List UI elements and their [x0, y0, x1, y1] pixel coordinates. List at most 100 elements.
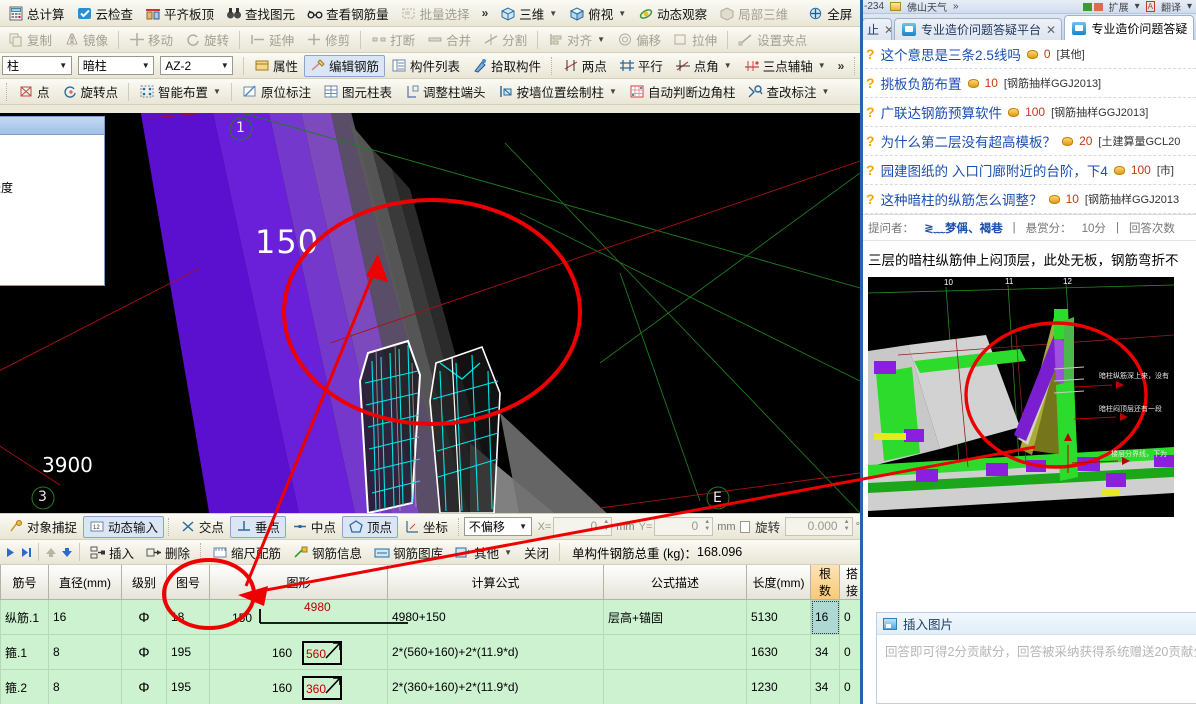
snap-coordinate[interactable]: 坐标 [398, 516, 454, 538]
chevron-down-icon[interactable]: ▼ [549, 9, 557, 18]
rebar-library-button[interactable]: 钢筋图库 [368, 541, 449, 563]
cell-grade[interactable]: Φ [121, 669, 167, 704]
rebar-info-button[interactable]: 钢筋信息 [287, 541, 368, 563]
question-title[interactable]: 挑板负筋布置 [881, 73, 962, 93]
cell-shape[interactable]: 160 360 [209, 669, 388, 704]
chevron-down-icon[interactable]: ▼ [217, 61, 232, 70]
offset-mode-select[interactable]: 不偏移 ▼ [463, 517, 532, 536]
x-input[interactable]: 0 ▲ ▼ [553, 517, 613, 536]
toolbar-fullscreen[interactable]: 全屏 [802, 2, 858, 24]
snap-perpendicular[interactable]: 垂点 [229, 515, 286, 538]
table-row[interactable]: 箍.1 8 Φ 195 160 560 2*(560+160)+2*(11.9*… [0, 634, 860, 670]
col-header-count[interactable]: 根数 [810, 565, 840, 600]
col-header-formula[interactable]: 计算公式 [387, 565, 604, 600]
chevron-down-icon-2[interactable]: ▾ [1187, 1, 1192, 12]
col-header-shape[interactable]: 图形 [209, 565, 388, 600]
toolbar-rotate[interactable]: 旋转 [179, 29, 235, 51]
rebar-delete-button[interactable]: 删除 [140, 541, 196, 563]
chevron-down-icon[interactable]: ▼ [618, 9, 626, 18]
cell-description[interactable] [603, 634, 747, 670]
cell-grade[interactable]: Φ [121, 599, 167, 635]
cell-rebar-no[interactable]: 箍.2 [0, 669, 49, 704]
list-item[interactable]: ? 广联达钢筋预算软件 100 [钢筋抽样GGJ2013] [860, 98, 1196, 127]
toolbar-stretch[interactable]: 拉伸 [667, 29, 723, 51]
cell-formula[interactable]: 2*(360+160)+2*(11.9*d) [387, 669, 604, 704]
table-row[interactable]: 箍.2 8 Φ 195 160 360 2*(360+160)+2*(11.9*… [0, 669, 860, 704]
cell-lap[interactable]: 0 [839, 634, 860, 670]
control-panel[interactable]: 制面板 高 筋下插长度 图元 公式 [0, 116, 105, 286]
spinner-icon[interactable]: ▲ ▼ [844, 519, 850, 533]
col-header-diameter[interactable]: 直径(mm) [48, 565, 122, 600]
cell-diameter[interactable]: 8 [48, 634, 122, 670]
browser-tab-0[interactable]: 止 ✕ [862, 18, 892, 40]
toolbar-draw-column-by-wall[interactable]: 按墙位置绘制柱 ▼ [492, 81, 623, 103]
toolbar-edit-rebar[interactable]: 编辑钢筋 [304, 54, 386, 77]
chrome-more-chevron[interactable]: » [953, 1, 959, 12]
cell-pic-no[interactable]: 195 [166, 669, 210, 704]
cell-shape[interactable]: 160 560 [209, 634, 388, 670]
list-item[interactable]: ? 这种暗柱的纵筋怎么调整？ 10 [钢筋抽样GGJ2013 [860, 185, 1196, 214]
toolbar-component-list[interactable]: 构件列表 [385, 55, 466, 77]
rebar-other-button[interactable]: 其他 ▼ [449, 541, 518, 563]
toolbar-in-place-annotation[interactable]: 原位标注 [236, 81, 317, 103]
cell-pic-no[interactable]: 195 [166, 634, 210, 670]
col-header-length[interactable]: 长度(mm) [746, 565, 811, 600]
col-header-rebar-no[interactable]: 筋号 [0, 565, 49, 600]
rebar-insert-button[interactable]: 插入 [84, 541, 140, 563]
chevron-down-icon[interactable]: ▼ [724, 61, 732, 70]
toolbar-auto-corner-column[interactable]: 自动判断边角柱 [623, 81, 742, 103]
toolbar-top-view[interactable]: 俯视 ▼ [563, 2, 632, 24]
cell-length[interactable]: 1630 [746, 634, 811, 670]
toolbar-parallel[interactable]: 平行 [613, 55, 669, 77]
chrome-weather-label[interactable]: 佛山天气 [907, 0, 947, 13]
snap-object-snap[interactable]: 对象捕捉 [2, 516, 83, 538]
table-row[interactable]: 纵筋.1 16 Φ 18 150 4980 4980+150 层高+锚固 513… [0, 599, 860, 635]
list-item[interactable]: ? 这个意思是三条2.5线吗 0 [其他] [860, 40, 1196, 69]
question-image[interactable]: 10 11 12 暗柱纵筋深上来，没有 暗柱闷顶层还有一段 楼层分界线，下为 [868, 277, 1174, 517]
rotate-input[interactable]: 0.000 ▲ ▼ [785, 517, 853, 536]
cell-lap[interactable]: 0 [839, 599, 860, 635]
toolbar-move[interactable]: 移动 [123, 29, 179, 51]
combo-name[interactable]: AZ-2 ▼ [160, 56, 234, 75]
toolbar-trim[interactable]: 修剪 [300, 29, 356, 51]
toolbar-copy[interactable]: 复制 [2, 29, 58, 51]
close-icon[interactable]: ✕ [884, 23, 891, 37]
question-title[interactable]: 园建图纸的 入口门廊附近的台阶，下4 [881, 160, 1108, 180]
answer-textarea[interactable]: 回答即可得2分贡献分，回答被采纳获得系统赠送20贡献分 [877, 635, 1196, 666]
move-up-icon[interactable] [43, 545, 59, 560]
chevron-down-icon[interactable]: ▼ [138, 61, 153, 70]
toolbar-smart-layout[interactable]: 智能布置 ▼ [133, 81, 227, 103]
toolbar-overflow-chevron-1[interactable]: » [476, 6, 495, 20]
toolbar-pick-component[interactable]: 拾取构件 [466, 55, 547, 77]
chevron-down-icon[interactable]: ▼ [597, 35, 605, 44]
toolbar-split[interactable]: 分割 [477, 29, 533, 51]
close-icon[interactable]: ✕ [1046, 23, 1056, 37]
toolbar-align[interactable]: 对齐 ▼ [542, 29, 611, 51]
toolbar-break[interactable]: 打断 [365, 29, 421, 51]
question-title[interactable]: 这个意思是三条2.5线吗 [881, 44, 1021, 64]
cell-pic-no[interactable]: 18 [166, 599, 210, 635]
insert-image-icon[interactable] [883, 617, 897, 630]
toolbar-3d-view[interactable]: 三维 ▼ [494, 2, 563, 24]
question-title[interactable]: 这种暗柱的纵筋怎么调整？ [881, 189, 1043, 209]
rebar-scale-button[interactable]: 缩尺配筋 [206, 541, 287, 563]
toolbar-batch-select[interactable]: 批量选择 [395, 2, 476, 24]
snap-intersection[interactable]: 交点 [174, 516, 230, 538]
cell-count[interactable]: 34 [810, 634, 840, 670]
toolbar-point-angle[interactable]: 点角 ▼ [669, 55, 738, 77]
toolbar-mirror[interactable]: 镜像 [58, 29, 114, 51]
rebar-close-button[interactable]: 关闭 [518, 541, 555, 563]
move-down-icon[interactable] [59, 545, 75, 560]
cell-formula[interactable]: 2*(560+160)+2*(11.9*d) [387, 634, 604, 670]
chrome-extend-label[interactable]: 扩展 [1109, 0, 1129, 13]
col-header-lap[interactable]: 搭接 [839, 565, 860, 600]
toolbar-overflow-chevron-3[interactable]: » [832, 59, 851, 73]
toolbar-extend[interactable]: 延伸 [244, 29, 300, 51]
question-title[interactable]: 广联达钢筋预算软件 [881, 102, 1003, 122]
chevron-down-icon[interactable]: ▼ [213, 87, 221, 96]
cell-length[interactable]: 1230 [746, 669, 811, 704]
toolbar-two-point[interactable]: 两点 [557, 55, 613, 77]
first-record-icon[interactable] [2, 545, 18, 560]
y-input[interactable]: 0 ▲ ▼ [654, 517, 714, 536]
chevron-down-icon[interactable]: ▼ [516, 522, 531, 531]
